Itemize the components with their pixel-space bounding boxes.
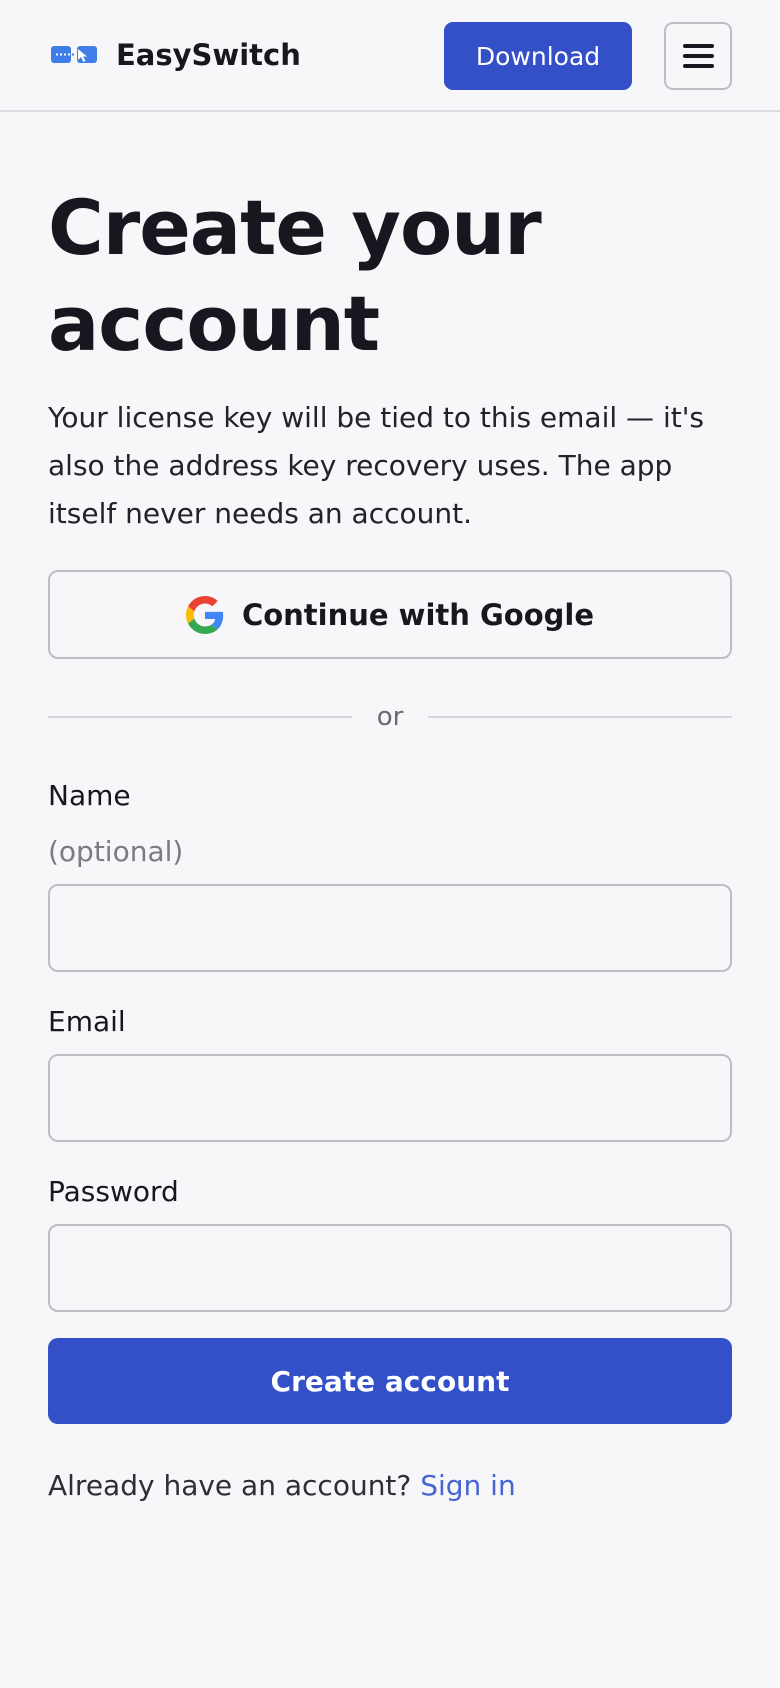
divider-or: or	[376, 702, 404, 732]
page-title: Create your account	[48, 183, 542, 368]
download-button[interactable]: Download	[444, 22, 632, 90]
name-label: Name	[48, 779, 131, 812]
sign-in-link[interactable]: Sign in	[420, 1469, 516, 1502]
menu-button[interactable]	[664, 22, 732, 90]
google-icon	[185, 595, 224, 634]
continue-with-google-button[interactable]: Continue with Google	[48, 570, 732, 659]
signin-prompt-text: Already have an account?	[48, 1469, 412, 1502]
divider-line-left	[48, 716, 352, 718]
email-field[interactable]	[48, 1054, 732, 1142]
signin-prompt: Already have an account? Sign in	[48, 1466, 516, 1506]
create-account-button[interactable]: Create account	[48, 1338, 732, 1424]
email-label: Email	[48, 1005, 126, 1038]
switch-devices-icon[interactable]	[51, 44, 97, 66]
password-label: Password	[48, 1175, 179, 1208]
brand-name[interactable]: EasySwitch	[116, 34, 301, 76]
google-button-label: Continue with Google	[241, 597, 595, 632]
name-field[interactable]	[48, 884, 732, 972]
page-description: Your license key will be tied to this em…	[48, 401, 704, 530]
name-optional-hint: (optional)	[48, 835, 184, 868]
password-field[interactable]	[48, 1224, 732, 1312]
divider-line-right	[428, 716, 732, 718]
site-header: EasySwitch Download	[0, 0, 780, 112]
